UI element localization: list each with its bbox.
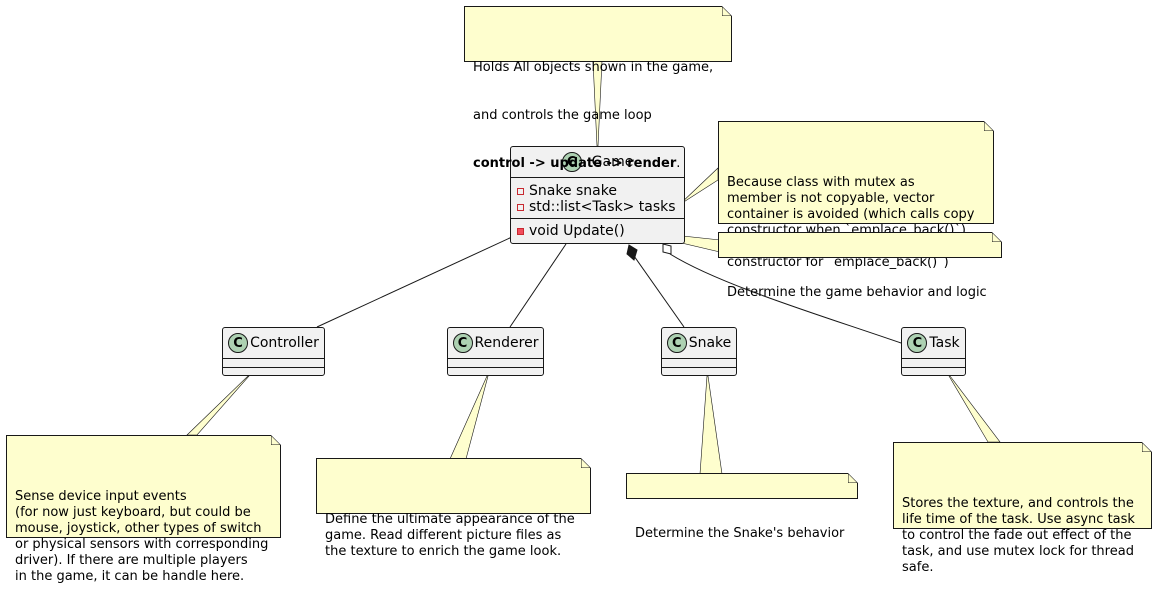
class-methods (902, 367, 965, 376)
note-connector-snake (699, 375, 723, 475)
class-name: Renderer (474, 335, 539, 351)
class-stereotype-icon: C (907, 333, 928, 353)
method-update: void Update() (511, 223, 684, 239)
class-stereotype-icon: C (666, 333, 687, 353)
class-header: C Controller (223, 328, 324, 358)
field-tasks: std::list<Task> tasks (511, 199, 684, 215)
class-header: C Snake (662, 328, 736, 358)
note-connector-renderer (449, 375, 489, 460)
note-snake: Determine the Snake's behavior (626, 473, 858, 541)
note-update-method: Determine the game behavior and logic (718, 232, 1002, 300)
class-methods (448, 367, 543, 376)
note-fold-icon (271, 435, 281, 445)
edge-game-renderer (509, 243, 567, 328)
aggregation-diamond (662, 243, 672, 255)
class-name: Task (929, 335, 960, 351)
note-fold-icon (984, 121, 994, 131)
note-tasks-field: Because class with mutex as member is no… (718, 121, 994, 270)
class-name: Snake (688, 335, 732, 351)
class-header: C Renderer (448, 328, 543, 358)
note-task: Stores the texture, and controls the lif… (893, 442, 1152, 575)
class-name: Controller (250, 335, 319, 351)
class-renderer[interactable]: C Renderer (447, 327, 544, 376)
note-fold-icon (1142, 442, 1152, 452)
note-fold-icon (581, 458, 591, 468)
class-fields (662, 358, 736, 367)
note-game: Holds All objects shown in the game, and… (464, 6, 732, 171)
note-controller: Sense device input events (for now just … (6, 435, 281, 584)
edge-game-controller (316, 236, 513, 328)
class-fields (223, 358, 324, 367)
class-header: C Task (902, 328, 965, 358)
class-task[interactable]: C Task (901, 327, 966, 376)
class-snake[interactable]: C Snake (661, 327, 737, 376)
private-visibility-icon (517, 203, 524, 211)
note-renderer: Define the ultimate appearance of the ga… (316, 458, 591, 559)
note-fold-icon (848, 473, 858, 483)
class-fields (448, 358, 543, 367)
note-connector-task (948, 375, 1001, 443)
class-fields (902, 358, 965, 367)
class-methods (223, 367, 324, 376)
class-stereotype-icon: C (228, 333, 249, 353)
edge-game-snake (633, 255, 685, 328)
game-loop-text: control -> update -> render (473, 156, 677, 171)
private-method-icon (517, 227, 524, 235)
note-fold-icon (992, 232, 1002, 242)
class-stereotype-icon: C (452, 333, 473, 353)
class-methods: void Update() (511, 218, 684, 242)
private-visibility-icon (517, 187, 524, 195)
note-fold-icon (722, 6, 732, 16)
note-connector-controller (186, 375, 250, 436)
class-methods (662, 367, 736, 376)
class-controller[interactable]: C Controller (222, 327, 325, 376)
